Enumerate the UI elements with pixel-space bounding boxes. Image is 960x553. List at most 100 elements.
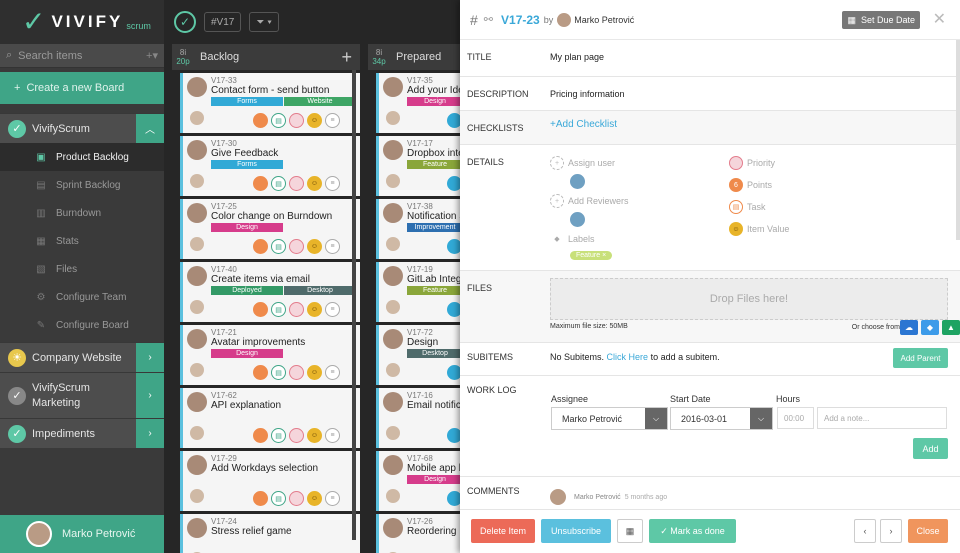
file-dropzone[interactable]: Drop Files here! [550,278,948,320]
priority[interactable]: Priority [729,155,789,171]
item-card[interactable]: V17-25 Color change on Burndown Design ▤ ☺ ≡ [180,199,360,259]
item-value-icon: ☺ [729,222,743,236]
link-icon[interactable]: ⚯ [484,13,493,26]
previous-item-icon[interactable]: ‹ [854,519,876,543]
card-icons: ▤ ☺ ≡ [253,113,340,128]
item-value[interactable]: ☺ Item Value [729,221,789,237]
board-vivifyscrum-marketing[interactable]: ✓ VivifyScrum Marketing › [0,372,164,418]
add-worklog-button[interactable]: Add [913,438,948,459]
worklog-content: Assignee Start Date Hours Marko Petrović… [543,376,960,476]
item-id[interactable]: V17-23 [501,13,540,27]
chevron-up-icon[interactable]: ︿ [136,114,164,143]
item-card[interactable]: V17-19 GitLab Integra Feature [376,262,467,322]
card-icons: ▤ ☺ ≡ [253,239,340,254]
card-id: V17-33 [211,76,237,85]
add-parent-button[interactable]: Add Parent [893,348,948,368]
card-title: Stress relief game [211,526,292,537]
onedrive-icon[interactable]: ☁ [900,320,918,335]
dropbox-icon[interactable]: ◆ [921,320,939,335]
card-id: V17-19 [407,265,433,274]
nav-configure-team[interactable]: ⚙ Configure Team [0,283,164,311]
add-checklist-text: +Add Checklist [550,119,617,130]
close-button[interactable]: Close [908,519,948,543]
board-check-icon[interactable]: ✓ [174,11,196,33]
create-board-button[interactable]: + Create a new Board [0,72,164,104]
add-subitem-link[interactable]: Click Here [607,352,649,362]
item-card[interactable]: V17-24Stress relief game▤☺≡ [180,514,360,553]
details-right: Priority 6 Points ▤ Task ☺ Item Value [729,153,789,237]
chevron-right-icon[interactable]: › [136,419,164,448]
card-avatar [383,518,403,538]
add-checklist-link[interactable]: +Add Checklist [543,111,960,144]
item-card[interactable]: V17-62 API explanation ▤ ☺ ≡ [180,388,360,448]
hours-input[interactable]: 00:00 [777,407,814,429]
add-reviewers[interactable]: + Add Reviewers [550,193,629,209]
start-date-select[interactable]: 2016-03-01 ⌵ [670,407,773,430]
nav-burndown[interactable]: ▥ Burndown [0,199,164,227]
board-company-website[interactable]: ☀ Company Website › [0,342,164,372]
delete-item-button[interactable]: Delete Item [471,519,535,543]
item-card[interactable]: V17-16 Email notificat [376,388,467,448]
close-icon[interactable]: ✕ [933,9,946,29]
max-file-size: Maximum file size: 50MB [550,323,628,330]
google-drive-icon[interactable]: ▲ [942,320,960,335]
comment-avatar [550,489,566,505]
assignee-avatar [570,174,585,189]
logo[interactable]: ✓ VIVIFY scrum [0,0,164,44]
calendar-icon[interactable]: ▦ [617,519,643,543]
nav-files[interactable]: ▧ Files [0,255,164,283]
reviewer-avatar [570,212,585,227]
item-card[interactable]: V17-40 Create items via email Deployed Desk… [180,262,360,322]
board-impediments[interactable]: ✓ Impediments › [0,418,164,448]
user-profile[interactable]: Marko Petrović [0,515,164,553]
search-input[interactable]: ⌕ Search items +▾ [0,44,164,68]
description-row: DESCRIPTION Pricing information [460,77,960,111]
item-card[interactable]: V17-30 Give Feedback Forms ▤ ☺ ≡ [180,136,360,196]
chevron-right-icon[interactable]: › [136,343,164,372]
title-field[interactable]: My plan page [543,40,960,76]
item-card[interactable]: V17-17 Dropbox integ Feature [376,136,467,196]
item-card[interactable]: V17-26 Reordering Ka [376,514,467,553]
labels[interactable]: ◆ Labels [550,231,629,247]
bulb-icon: ☀ [8,348,26,367]
search-options-icon[interactable]: +▾ [146,49,158,62]
card-reviewer-avatar [386,426,400,440]
column-backlog: 8i 20p Backlog + V17-33 Contact form - sen… [172,44,360,553]
mark-done-button[interactable]: ✓ Mark as done [649,519,736,543]
unsubscribe-button[interactable]: Unsubscribe [541,519,611,543]
assign-user[interactable]: + Assign user [550,155,629,171]
set-due-date-button[interactable]: ▦ Set Due Date [842,11,920,29]
nav-sprint-backlog[interactable]: ▤ Sprint Backlog [0,171,164,199]
next-item-icon[interactable]: › [880,519,902,543]
add-item-icon[interactable]: + [341,47,352,68]
nav-configure-board[interactable]: ✎ Configure Board [0,311,164,339]
avatar [26,521,52,547]
card-reviewer-avatar [386,489,400,503]
assignee-select[interactable]: Marko Petrović ⌵ [551,407,668,430]
description-field[interactable]: Pricing information [543,77,960,110]
item-card[interactable]: V17-72 Design Desktop [376,325,466,385]
item-card[interactable]: V17-33 Contact form - send button Forms Web… [180,73,360,133]
item-card[interactable]: V17-21 Avatar improvements Design ▤ ☺ ≡ [180,325,360,385]
card-avatar [187,266,207,286]
item-value-label: Item Value [747,224,790,234]
note-input[interactable]: Add a note... [817,407,947,429]
task-type[interactable]: ▤ Task [729,199,789,215]
item-card[interactable]: V17-35 Add your Idea Design [376,73,467,133]
item-card[interactable]: V17-29 Add Workdays selection ▤ ☺ ≡ [180,451,360,511]
scrollbar[interactable] [352,70,356,540]
nav-product-backlog[interactable]: ▣ Product Backlog [0,143,164,171]
nav-stats[interactable]: ▦ Stats [0,227,164,255]
board-vivifyscrum[interactable]: ✓ VivifyScrum ︿ [0,113,164,143]
card-tag: Website [284,97,356,106]
subitems-label: SUBITEMS [467,352,514,362]
feature-label-tag[interactable]: Feature × [570,251,613,260]
item-card[interactable]: V17-38 Notification Se Improvement [376,199,467,259]
points[interactable]: 6 Points [729,177,789,193]
item-card[interactable]: V17-68 Mobile app la Design [376,451,466,511]
filter-icon[interactable]: ⏷ ▾ [249,12,280,32]
sprint-chip[interactable]: #V17 [204,12,242,32]
panel-scrollbar[interactable] [956,40,960,240]
points-icon [253,491,268,506]
chevron-right-icon[interactable]: › [136,373,164,418]
